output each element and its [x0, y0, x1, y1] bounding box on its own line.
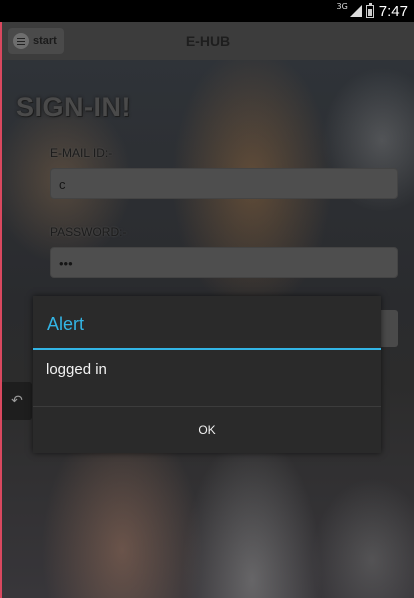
alert-dialog: Alert logged in OK: [33, 296, 381, 453]
signal-icon: [349, 5, 362, 17]
dialog-title: Alert: [33, 296, 381, 350]
action-bar: E-HUB start: [2, 22, 414, 61]
ok-button[interactable]: OK: [33, 407, 381, 453]
password-label: PASSWORD:-: [50, 225, 127, 239]
email-field[interactable]: c: [50, 168, 398, 199]
clock: 7:47: [378, 2, 408, 20]
undo-icon[interactable]: ↶: [2, 382, 32, 420]
network-type: 3G: [336, 2, 348, 11]
email-label: E-MAIL ID:-: [50, 146, 113, 160]
battery-icon: [365, 2, 374, 18]
menu-icon: [13, 33, 29, 49]
status-bar: 3G 7:47: [0, 0, 414, 22]
page-title: SIGN-IN!: [16, 92, 131, 122]
start-button-label: start: [33, 35, 57, 47]
password-field[interactable]: •••: [50, 247, 398, 278]
dialog-message: logged in: [33, 350, 381, 407]
start-button[interactable]: start: [8, 28, 64, 54]
